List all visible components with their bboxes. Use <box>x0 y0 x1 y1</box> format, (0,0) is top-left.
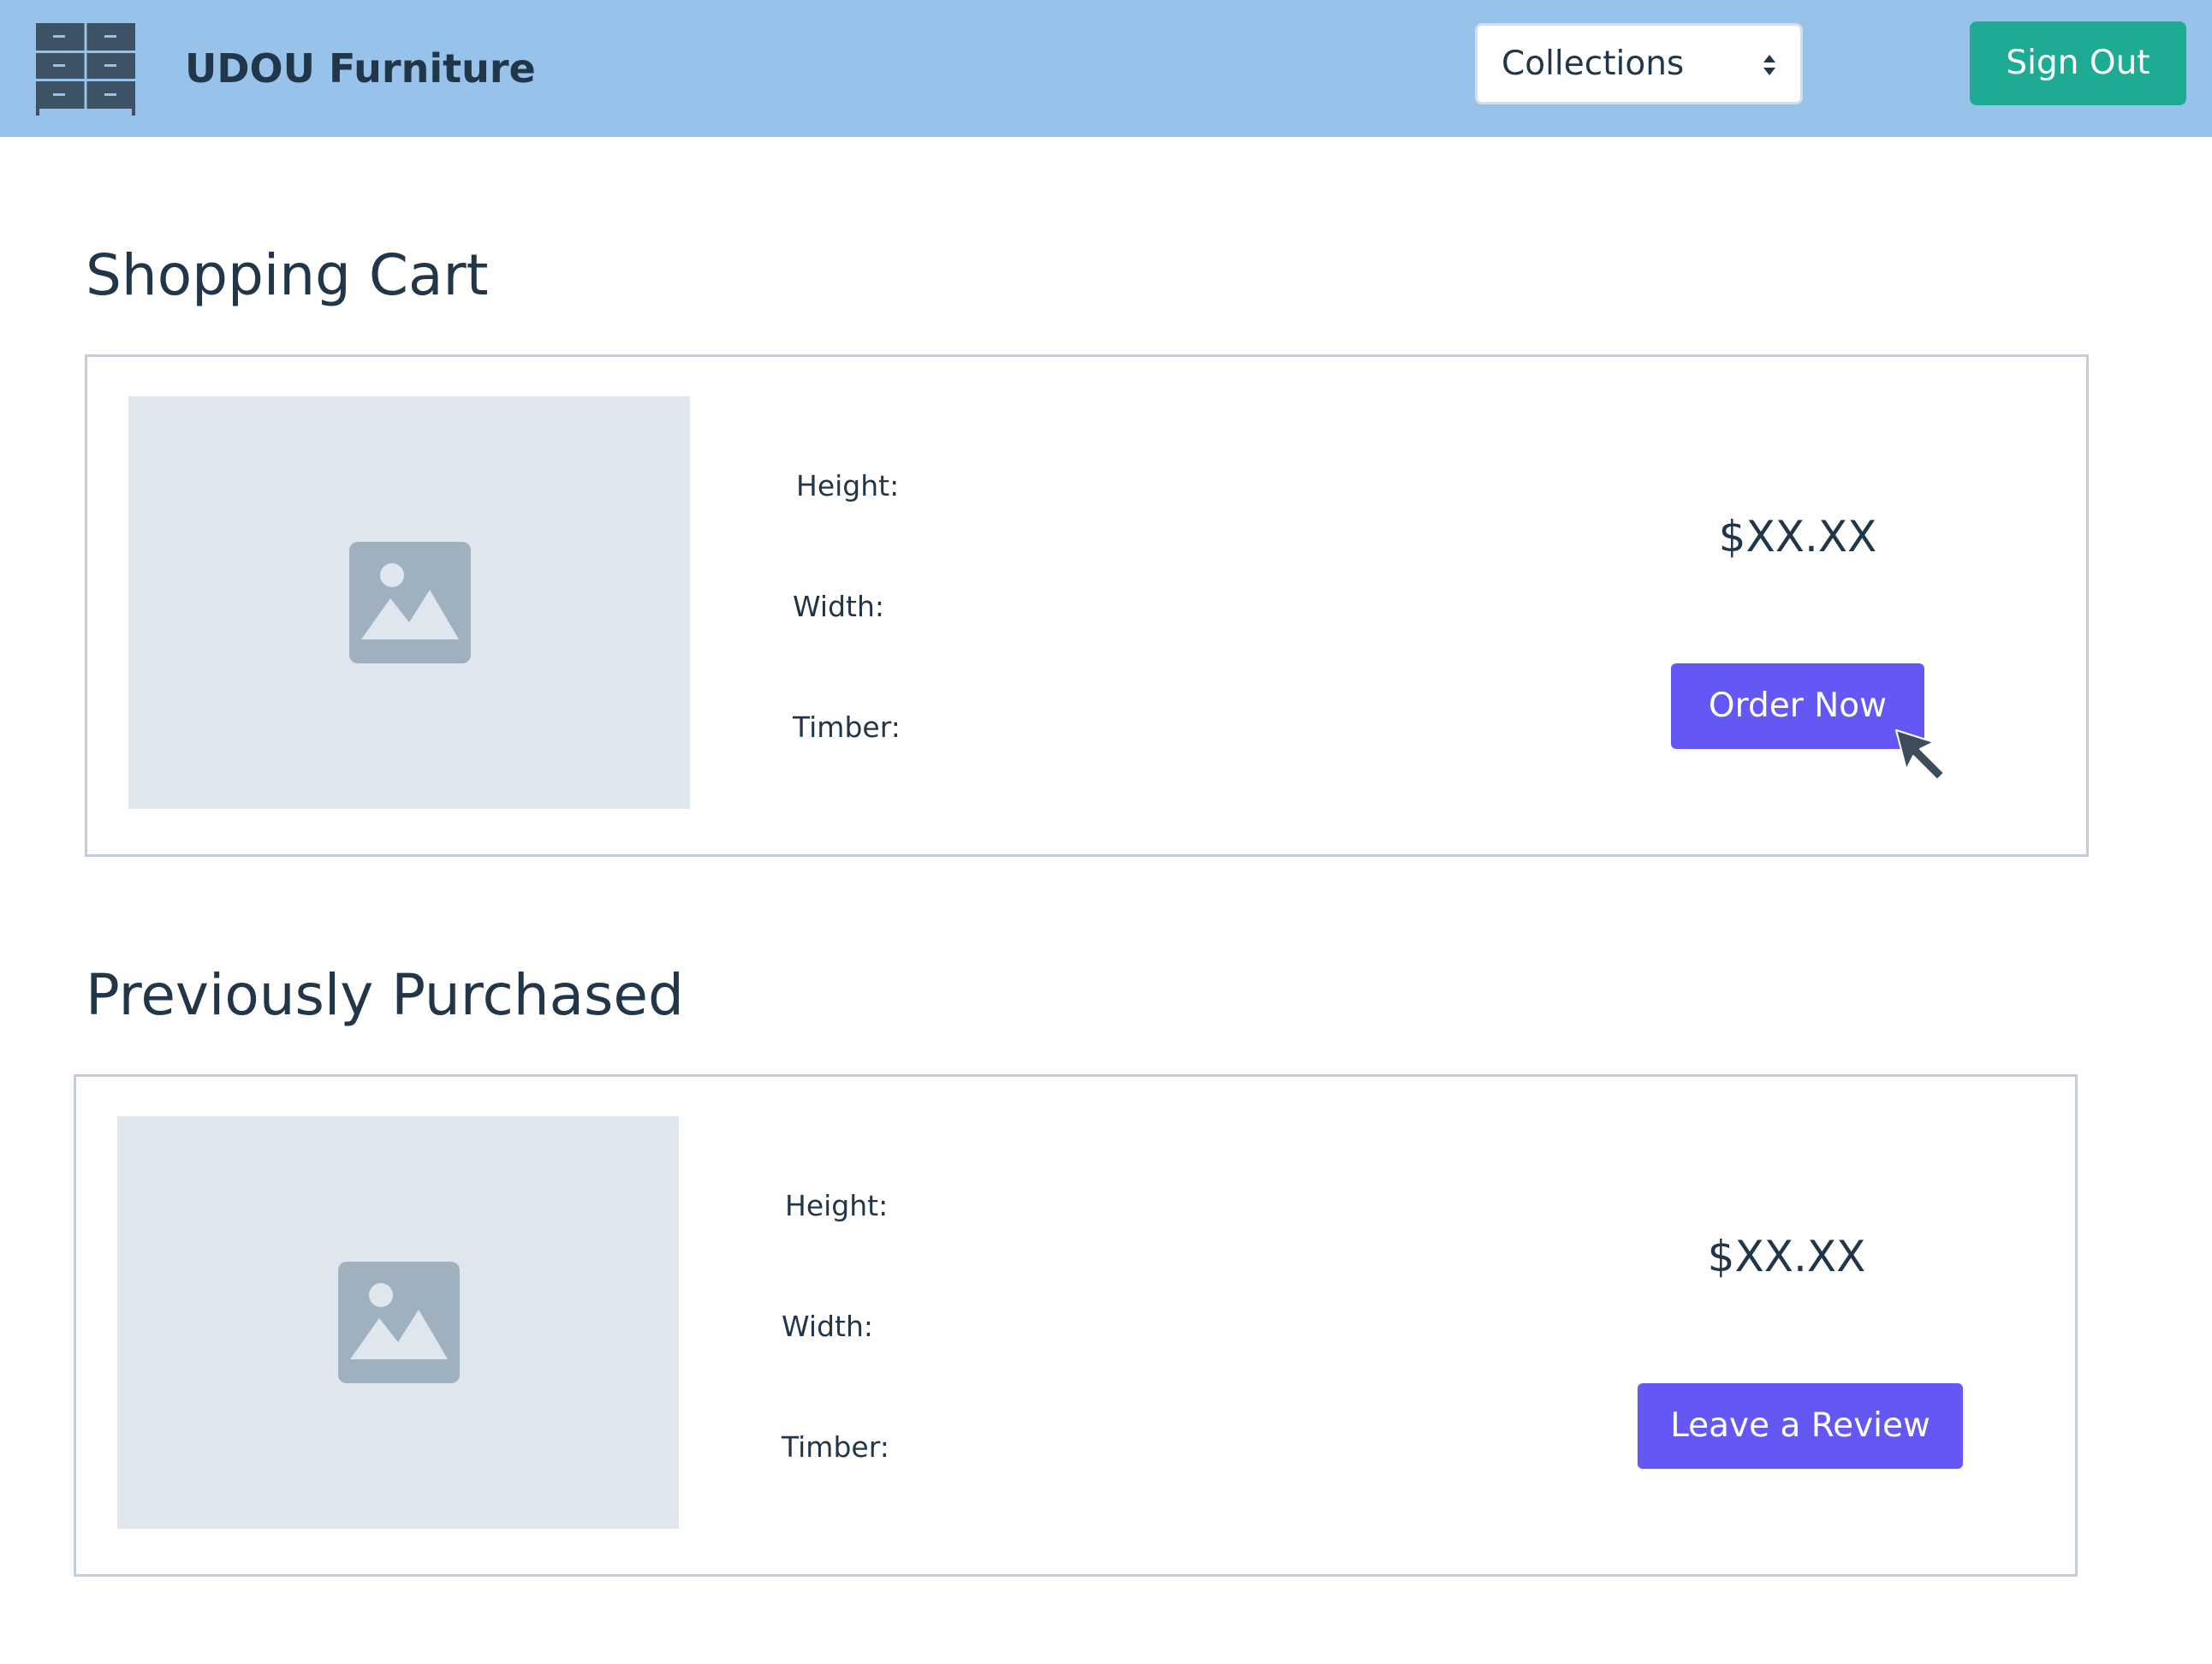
product-image-placeholder <box>128 396 690 809</box>
item-price: $XX.XX <box>1718 512 1877 562</box>
mouse-pointer-icon <box>1895 729 1945 781</box>
image-placeholder-icon <box>338 1262 460 1383</box>
timber-label: Timber: <box>793 710 901 744</box>
order-now-button[interactable]: Order Now <box>1671 663 1924 749</box>
cart-item-card: Height: Width: Timber: $XX.XX Order Now <box>85 354 2089 857</box>
collections-select[interactable]: Collections <box>1475 23 1803 104</box>
shopping-cart-title: Shopping Cart <box>86 242 489 308</box>
sign-out-button[interactable]: Sign Out <box>1970 21 2186 105</box>
purchased-item-card: Height: Width: Timber: $XX.XX Leave a Re… <box>74 1074 2078 1577</box>
width-label: Width: <box>793 590 884 623</box>
timber-label: Timber: <box>782 1430 889 1464</box>
select-updown-icon <box>1763 55 1775 75</box>
height-label: Height: <box>785 1189 889 1222</box>
image-placeholder-icon <box>349 542 471 663</box>
top-navbar: UDOU Furniture Collections Sign Out <box>0 0 2212 137</box>
previously-purchased-title: Previously Purchased <box>86 962 684 1028</box>
item-price: $XX.XX <box>1707 1232 1866 1281</box>
brand-title[interactable]: UDOU Furniture <box>185 39 536 98</box>
leave-review-button[interactable]: Leave a Review <box>1638 1383 1963 1469</box>
product-image-placeholder <box>117 1116 679 1529</box>
width-label: Width: <box>782 1310 873 1343</box>
cabinet-drawers-icon[interactable] <box>34 21 137 116</box>
height-label: Height: <box>796 469 900 502</box>
page: UDOU Furniture Collections Sign Out Shop… <box>0 0 2212 1664</box>
collections-select-value: Collections <box>1501 45 1685 83</box>
